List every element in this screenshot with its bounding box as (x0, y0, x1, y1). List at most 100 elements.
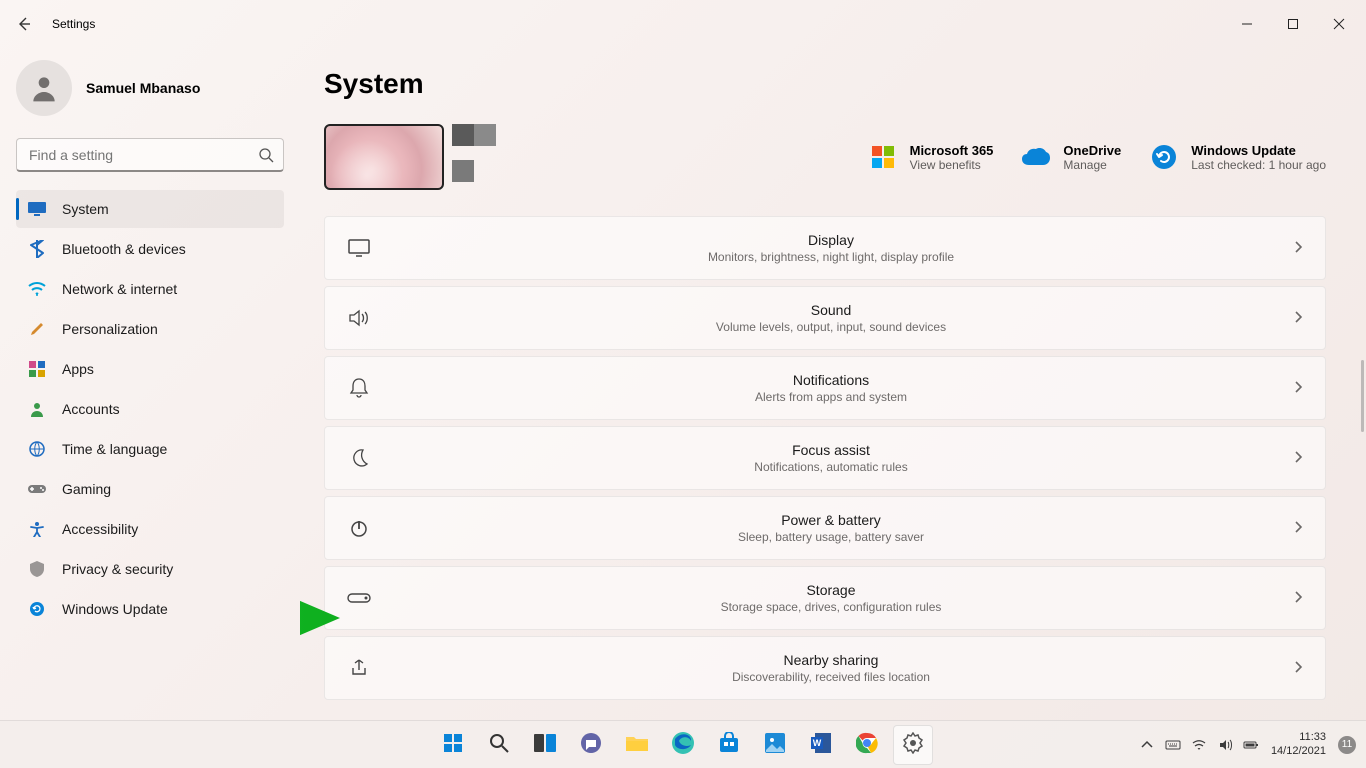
system-overview-row: Microsoft 365View benefits OneDriveManage… (324, 124, 1326, 190)
notification-badge[interactable]: 11 (1338, 736, 1356, 754)
keyboard-icon[interactable] (1165, 737, 1181, 753)
card-subtitle: Storage space, drives, configuration rul… (393, 600, 1269, 614)
card-subtitle: Notifications, automatic rules (393, 460, 1269, 474)
sidebar-item-windows-update[interactable]: Windows Update (16, 590, 284, 628)
taskbar-chrome-icon[interactable] (847, 725, 887, 765)
chevron-right-icon (1291, 520, 1305, 537)
taskbar-word-icon[interactable]: W (801, 725, 841, 765)
apps-icon (28, 360, 46, 378)
card-storage[interactable]: StorageStorage space, drives, configurat… (324, 566, 1326, 630)
user-name: Samuel Mbanaso (86, 80, 200, 96)
card-subtitle: Alerts from apps and system (393, 390, 1269, 404)
sidebar-item-personalization[interactable]: Personalization (16, 310, 284, 348)
desktop-preview[interactable] (324, 124, 860, 190)
shield-icon (28, 560, 46, 578)
user-profile[interactable]: Samuel Mbanaso (16, 56, 300, 120)
main-content[interactable]: System Microsoft 365View benefitsOneDriv… (300, 48, 1366, 720)
taskbar-search-icon[interactable] (479, 725, 519, 765)
word-icon: W (810, 732, 832, 757)
moon-icon (347, 446, 371, 470)
avatar (16, 60, 72, 116)
sidebar-item-apps[interactable]: Apps (16, 350, 284, 388)
search-wrapper (16, 138, 284, 172)
close-button[interactable] (1316, 8, 1362, 40)
photos-icon (764, 732, 786, 757)
status-title: Windows Update (1191, 143, 1326, 158)
card-display[interactable]: DisplayMonitors, brightness, night light… (324, 216, 1326, 280)
bluetooth-icon (28, 240, 46, 258)
sidebar-item-privacy-security[interactable]: Privacy & security (16, 550, 284, 588)
volume-tray-icon[interactable] (1217, 737, 1233, 753)
card-title: Focus assist (393, 442, 1269, 458)
taskbar-explorer-icon[interactable] (617, 725, 657, 765)
status-onedrive[interactable]: OneDriveManage (1021, 142, 1121, 172)
sidebar-item-bluetooth-devices[interactable]: Bluetooth & devices (16, 230, 284, 268)
status-subtitle: View benefits (910, 158, 994, 172)
status-subtitle: Manage (1063, 158, 1121, 172)
person-icon (28, 72, 60, 104)
taskbar-photos-icon[interactable] (755, 725, 795, 765)
card-nearby-sharing[interactable]: Nearby sharingDiscoverability, received … (324, 636, 1326, 700)
back-button[interactable] (4, 4, 44, 44)
globe-icon (28, 440, 46, 458)
taskbar-chat-icon[interactable] (571, 725, 611, 765)
card-sound[interactable]: SoundVolume levels, output, input, sound… (324, 286, 1326, 350)
secondary-thumbnails (452, 124, 496, 182)
desktop-thumbnail (324, 124, 444, 190)
status-title: OneDrive (1063, 143, 1121, 158)
nav-label: Gaming (62, 481, 111, 497)
taskbar-settings-icon[interactable] (893, 725, 933, 765)
nav-label: System (62, 201, 109, 217)
update-icon (28, 600, 46, 618)
card-notifications[interactable]: NotificationsAlerts from apps and system (324, 356, 1326, 420)
status-title: Microsoft 365 (910, 143, 994, 158)
taskbar-edge-icon[interactable] (663, 725, 703, 765)
share-icon (347, 656, 371, 680)
sidebar-item-time-language[interactable]: Time & language (16, 430, 284, 468)
update-icon (1149, 142, 1179, 172)
taskbar-clock[interactable]: 11:33 14/12/2021 (1271, 731, 1326, 757)
taskbar-taskview-icon[interactable] (525, 725, 565, 765)
chat-icon (579, 731, 603, 758)
sidebar-item-accessibility[interactable]: Accessibility (16, 510, 284, 548)
tray-icons[interactable] (1139, 737, 1259, 753)
wifi-icon (28, 280, 46, 298)
status-microsoft-[interactable]: Microsoft 365View benefits (868, 142, 994, 172)
sidebar-item-system[interactable]: System (16, 190, 284, 228)
maximize-button[interactable] (1270, 8, 1316, 40)
store-icon (718, 732, 740, 757)
card-focus-assist[interactable]: Focus assist Notifications, automatic rul… (324, 426, 1326, 490)
wifi-tray-icon[interactable] (1191, 737, 1207, 753)
taskbar-start-icon[interactable] (433, 725, 473, 765)
chevron-right-icon (1291, 380, 1305, 397)
gamepad-icon (28, 480, 46, 498)
taskbar: W 11:33 14/12/2021 11 (0, 720, 1366, 768)
card-subtitle: Sleep, battery usage, battery saver (393, 530, 1269, 544)
card-subtitle: Monitors, brightness, night light, displ… (393, 250, 1269, 264)
status-windows-update[interactable]: Windows UpdateLast checked: 1 hour ago (1149, 142, 1326, 172)
search-icon (258, 147, 274, 168)
settings-cards: DisplayMonitors, brightness, night light… (324, 216, 1326, 700)
scrollbar[interactable] (1361, 360, 1364, 432)
taskbar-store-icon[interactable] (709, 725, 749, 765)
svg-text:W: W (813, 738, 822, 748)
taskbar-apps: W (433, 725, 933, 765)
minimize-button[interactable] (1224, 8, 1270, 40)
search-input[interactable] (16, 138, 284, 172)
sidebar-item-gaming[interactable]: Gaming (16, 470, 284, 508)
sidebar-item-network-internet[interactable]: Network & internet (16, 270, 284, 308)
chevron-up-icon[interactable] (1139, 737, 1155, 753)
titlebar: Settings (0, 0, 1366, 48)
settings-icon (902, 732, 924, 757)
bell-icon (347, 376, 371, 400)
battery-tray-icon[interactable] (1243, 737, 1259, 753)
onedrive-icon (1021, 142, 1051, 172)
explorer-icon (625, 733, 649, 756)
start-icon (441, 731, 465, 758)
card-power-battery[interactable]: Power & batterySleep, battery usage, bat… (324, 496, 1326, 560)
sidebar: Samuel Mbanaso System Bluetooth & devices… (0, 48, 300, 720)
chevron-right-icon (1291, 450, 1305, 467)
system-tray: 11:33 14/12/2021 11 (1139, 731, 1366, 757)
accessibility-icon (28, 520, 46, 538)
sidebar-item-accounts[interactable]: Accounts (16, 390, 284, 428)
